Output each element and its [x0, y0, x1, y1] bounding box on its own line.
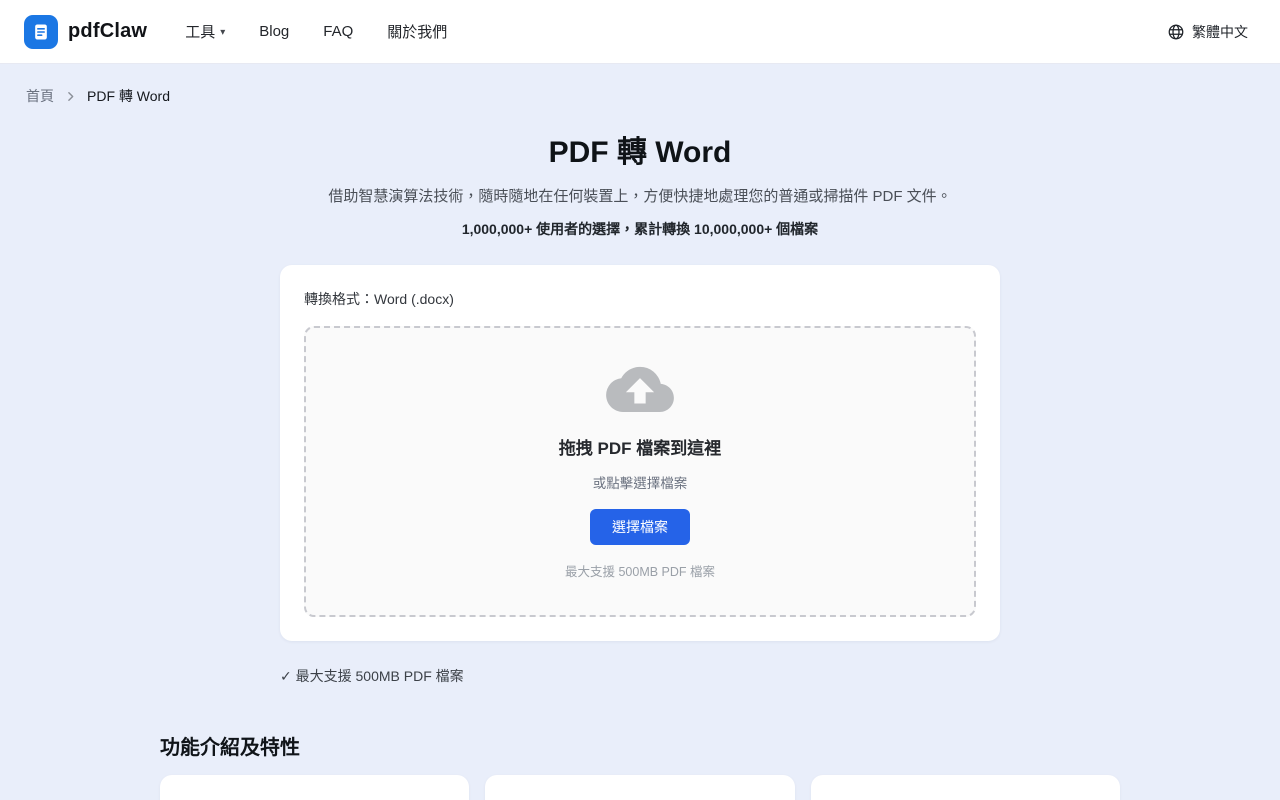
pdfclaw-logo-icon — [24, 15, 58, 49]
typography-icon: TT — [503, 795, 537, 800]
speedometer-icon — [178, 795, 212, 800]
table-icon — [829, 795, 863, 800]
upload-card: 轉換格式：Word (.docx) 拖拽 PDF 檔案到這裡 或點擊選擇檔案 選… — [280, 265, 1000, 641]
feature-card-speed: 高速轉換 絕大多數 PDF 在 30 秒內完成轉換，即傳即轉，無需排隊等待 — [160, 775, 469, 800]
brand-logo[interactable]: pdfClaw — [24, 15, 147, 49]
nav-item-tools[interactable]: 工具 ▾ — [185, 21, 225, 42]
dropzone-subtitle: 或點擊選擇檔案 — [593, 472, 688, 492]
features-section: 功能介紹及特性 高速轉換 絕大多數 PDF 在 30 秒內完成轉換，即傳即轉，無… — [160, 731, 1120, 800]
dropzone-title: 拖拽 PDF 檔案到這裡 — [559, 434, 721, 459]
feature-title: 高速轉換 — [224, 795, 451, 800]
language-label: 繁體中文 — [1192, 22, 1248, 42]
breadcrumb: 首頁 PDF 轉 Word — [0, 64, 1280, 106]
choose-file-button[interactable]: 選擇檔案 — [590, 509, 690, 545]
max-size-footnote: ✓ 最大支援 500MB PDF 檔案 — [280, 666, 1000, 686]
cloud-upload-icon — [606, 364, 674, 412]
main-nav: 工具 ▾ Blog FAQ 關於我們 — [185, 21, 447, 42]
features-heading: 功能介紹及特性 — [160, 731, 1120, 760]
conversion-format-label: 轉換格式：Word (.docx) — [304, 289, 976, 309]
usage-stats: 1,000,000+ 使用者的選擇，累計轉換 10,000,000+ 個檔案 — [0, 219, 1280, 239]
nav-item-faq-label: FAQ — [323, 23, 353, 40]
feature-title: 精準還原格式 — [549, 795, 776, 800]
feature-grid: 高速轉換 絕大多數 PDF 在 30 秒內完成轉換，即傳即轉，無需排隊等待 TT… — [160, 775, 1120, 800]
brand-name: pdfClaw — [68, 20, 147, 43]
nav-item-blog[interactable]: Blog — [259, 23, 289, 40]
breadcrumb-current: PDF 轉 Word — [87, 86, 170, 106]
feature-title: 表格辨識 — [875, 795, 1102, 800]
hero-section: PDF 轉 Word 借助智慧演算法技術，隨時隨地在任何裝置上，方便快捷地處理您… — [0, 127, 1280, 239]
feature-card-table: 表格辨識 自動辨識並還原 PDF 中的表格結構，行列資料清晰對應 — [811, 775, 1120, 800]
chevron-right-icon — [64, 90, 77, 103]
feature-card-format: TT 精準還原格式 文字、段落、字型樣式高度還原，大幅減少轉換後的手動調整 — [485, 775, 794, 800]
nav-item-about[interactable]: 關於我們 — [387, 21, 447, 42]
breadcrumb-home-link[interactable]: 首頁 — [26, 86, 54, 106]
nav-item-tools-label: 工具 — [185, 21, 215, 42]
file-dropzone[interactable]: 拖拽 PDF 檔案到這裡 或點擊選擇檔案 選擇檔案 最大支援 500MB PDF… — [304, 326, 976, 617]
max-size-note: 最大支援 500MB PDF 檔案 — [565, 561, 715, 580]
nav-item-about-label: 關於我們 — [387, 21, 447, 42]
nav-item-faq[interactable]: FAQ — [323, 23, 353, 40]
globe-icon — [1167, 23, 1185, 41]
page-title: PDF 轉 Word — [0, 127, 1280, 171]
language-switcher[interactable]: 繁體中文 — [1167, 22, 1248, 42]
chevron-down-icon: ▾ — [220, 27, 225, 38]
top-navigation-bar: pdfClaw 工具 ▾ Blog FAQ 關於我們 繁體中文 — [0, 0, 1280, 64]
nav-item-blog-label: Blog — [259, 23, 289, 40]
page-subtitle: 借助智慧演算法技術，隨時隨地在任何裝置上，方便快捷地處理您的普通或掃描件 PDF… — [0, 185, 1280, 206]
